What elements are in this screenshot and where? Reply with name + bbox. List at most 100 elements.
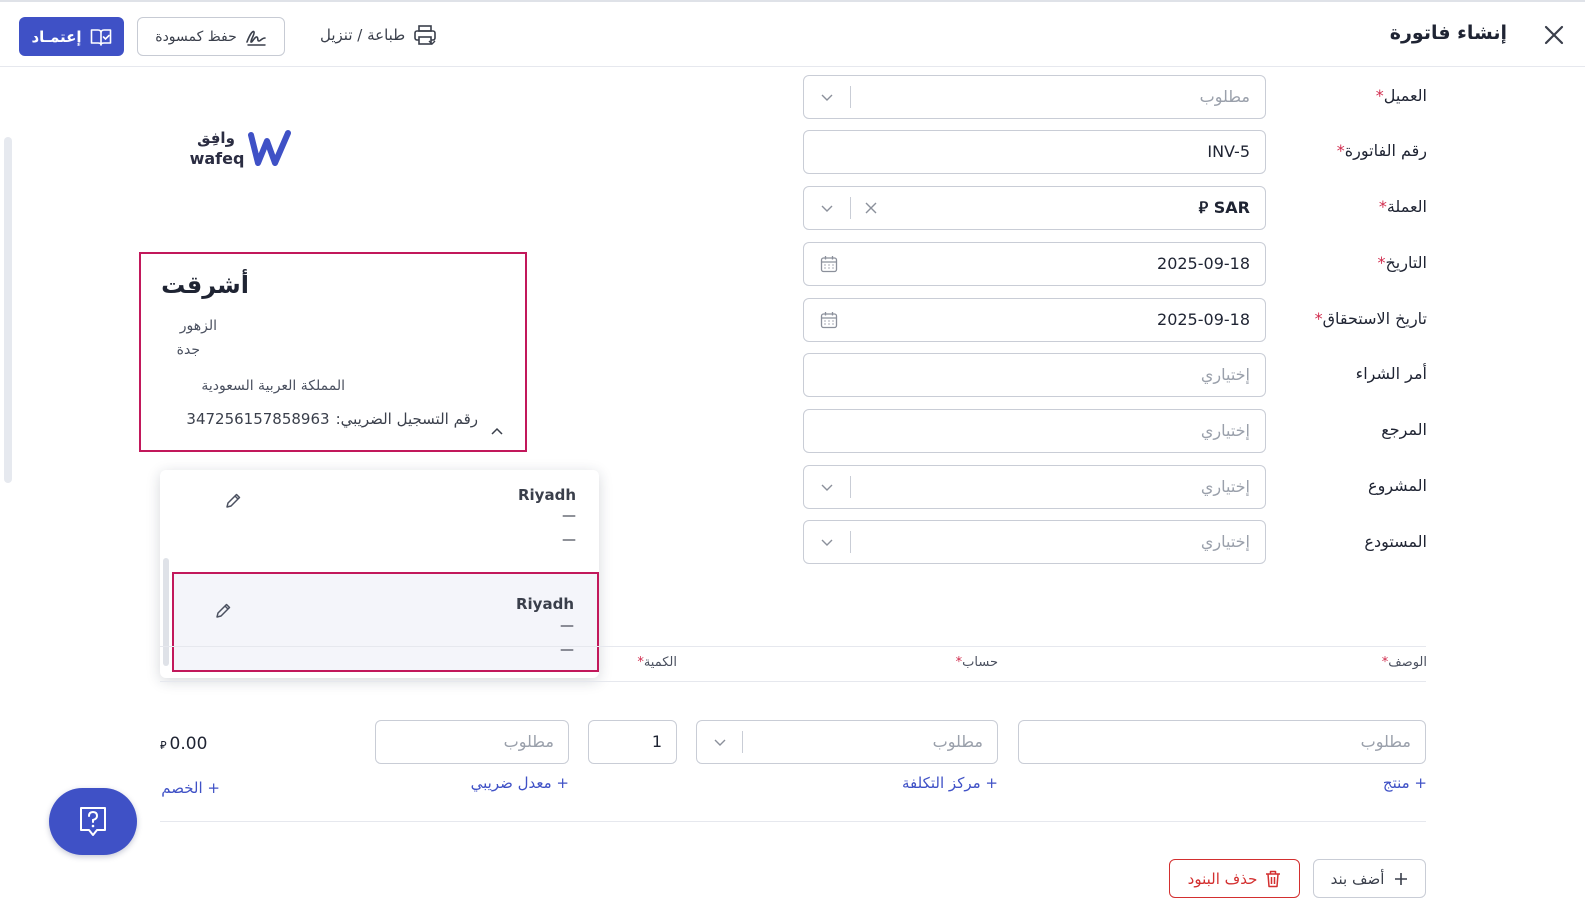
address-line: —	[562, 508, 576, 524]
due-date-value: 2025-09-18	[1157, 310, 1250, 329]
help-button[interactable]	[49, 788, 137, 855]
close-button[interactable]	[1541, 22, 1567, 48]
address-name: Riyadh	[517, 486, 576, 504]
due-date-input[interactable]: 2025-09-18	[803, 298, 1266, 342]
plus-icon	[1395, 872, 1408, 885]
customer-select[interactable]: مطلوب	[803, 75, 1266, 119]
pencil-icon[interactable]	[214, 602, 232, 620]
invoice-number-input[interactable]: INV-5	[803, 130, 1266, 174]
invoice-number-value: INV-5	[1207, 142, 1250, 161]
address-line: —	[562, 532, 576, 548]
purchase-order-placeholder: إختياري	[1200, 365, 1250, 384]
item-description-input[interactable]: مطلوب	[1018, 720, 1426, 764]
select-separator	[850, 197, 851, 219]
customer-country: المملكة العربية السعودية	[201, 378, 345, 394]
project-label: المشروع	[1368, 476, 1427, 495]
add-line-label: أضف بند	[1330, 869, 1385, 888]
close-icon	[1544, 25, 1564, 45]
address-line: —	[560, 642, 574, 658]
select-separator	[850, 531, 851, 553]
line-total-value: 0.00	[169, 734, 208, 754]
print-download-label: طباعة / تنزيل	[320, 26, 406, 44]
currency-symbol: ⃁	[160, 739, 167, 752]
delete-lines-button[interactable]: حذف البنود	[1169, 859, 1300, 898]
customer-city: جدة	[176, 342, 200, 358]
project-select[interactable]: إختياري	[803, 465, 1266, 509]
pencil-icon[interactable]	[224, 492, 242, 510]
chevron-down-icon[interactable]	[820, 535, 834, 549]
reference-input[interactable]: إختياري	[803, 409, 1266, 453]
chevron-down-icon[interactable]	[820, 90, 834, 104]
description-placeholder: مطلوب	[1360, 732, 1411, 751]
approve-button[interactable]: إعتمـاد	[19, 17, 124, 56]
vat-label: رقم التسجيل الضريبي:	[335, 410, 478, 428]
warehouse-placeholder: إختياري	[1200, 532, 1250, 551]
svg-text:wafeq: wafeq	[190, 149, 244, 168]
item-account-select[interactable]: مطلوب	[696, 720, 998, 764]
address-line: —	[560, 618, 574, 634]
chevron-down-icon[interactable]	[713, 735, 727, 749]
column-header-quantity: الكمية*	[637, 655, 677, 670]
currency-value: ⃁ SAR	[1198, 198, 1250, 217]
calendar-icon[interactable]	[820, 255, 838, 273]
page-scrollbar[interactable]	[4, 137, 12, 483]
add-discount-link[interactable]: + الخصم	[161, 779, 220, 797]
chevron-up-icon[interactable]	[490, 425, 504, 439]
select-separator	[742, 731, 743, 753]
purchase-order-label: أمر الشراء	[1355, 364, 1427, 383]
invoice-number-label: رقم الفاتورة*	[1336, 141, 1427, 160]
date-value: 2025-09-18	[1157, 254, 1250, 273]
warehouse-label: المستودع	[1364, 532, 1427, 551]
save-draft-label: حفظ كمسودة	[155, 28, 237, 45]
address-option[interactable]: Riyadh — —	[172, 470, 599, 570]
quantity-value: 1	[651, 732, 662, 751]
price-placeholder: مطلوب	[503, 732, 554, 751]
svg-text:وافِق: وافِق	[197, 129, 235, 147]
reference-label: المرجع	[1381, 420, 1427, 439]
divider	[160, 821, 1426, 822]
add-line-button[interactable]: أضف بند	[1313, 859, 1426, 898]
due-date-label: تاريخ الاستحقاق*	[1314, 309, 1427, 328]
page-header: إنشاء فاتورة إعتمـاد حفظ كمسودة طباعة / …	[0, 0, 1585, 67]
add-tax-rate-link[interactable]: + معدل ضريبي	[471, 774, 569, 792]
company-logo: وافِق wafeq	[190, 127, 292, 171]
item-price-input[interactable]: مطلوب	[375, 720, 569, 764]
address-name: Riyadh	[515, 595, 574, 613]
divider	[160, 646, 1426, 647]
trash-icon	[1266, 870, 1281, 887]
help-chat-icon	[80, 806, 106, 836]
select-separator	[850, 476, 851, 498]
address-option-selected[interactable]: Riyadh — —	[172, 572, 599, 672]
vat-number: 347256157858963	[186, 410, 330, 428]
date-input[interactable]: 2025-09-18	[803, 242, 1266, 286]
book-check-icon	[90, 28, 111, 46]
column-header-account: حساب*	[955, 655, 998, 670]
customer-placeholder: مطلوب	[1199, 87, 1250, 106]
item-quantity-input[interactable]: 1	[588, 720, 677, 764]
customer-district: الزهور	[179, 318, 217, 334]
print-download-button[interactable]: طباعة / تنزيل	[320, 24, 437, 46]
dropdown-scrollbar[interactable]	[163, 558, 169, 666]
customer-label: العميل*	[1375, 86, 1427, 105]
chevron-down-icon[interactable]	[820, 201, 834, 215]
currency-select[interactable]: ⃁ SAR	[803, 186, 1266, 230]
signature-icon	[245, 30, 266, 46]
add-product-link[interactable]: + منتج	[1383, 774, 1427, 792]
customer-name: أشرقت	[161, 271, 249, 299]
purchase-order-input[interactable]: إختياري	[803, 353, 1266, 397]
printer-icon	[414, 25, 436, 45]
currency-label: العملة*	[1378, 197, 1427, 216]
save-draft-button[interactable]: حفظ كمسودة	[137, 17, 285, 56]
warehouse-select[interactable]: إختياري	[803, 520, 1266, 564]
customer-info-card[interactable]: أشرقت الزهور جدة المملكة العربية السعودي…	[139, 252, 527, 452]
chevron-down-icon[interactable]	[820, 480, 834, 494]
clear-icon[interactable]	[864, 201, 878, 215]
customer-vat: رقم التسجيل الضريبي: 347256157858963	[186, 410, 478, 428]
date-label: التاريخ*	[1377, 253, 1427, 272]
add-cost-center-link[interactable]: + مركز التكلفة	[902, 774, 998, 792]
calendar-icon[interactable]	[820, 311, 838, 329]
select-separator	[850, 86, 851, 108]
column-header-description: الوصف*	[1381, 655, 1427, 670]
project-placeholder: إختياري	[1200, 477, 1250, 496]
account-placeholder: مطلوب	[932, 732, 983, 751]
